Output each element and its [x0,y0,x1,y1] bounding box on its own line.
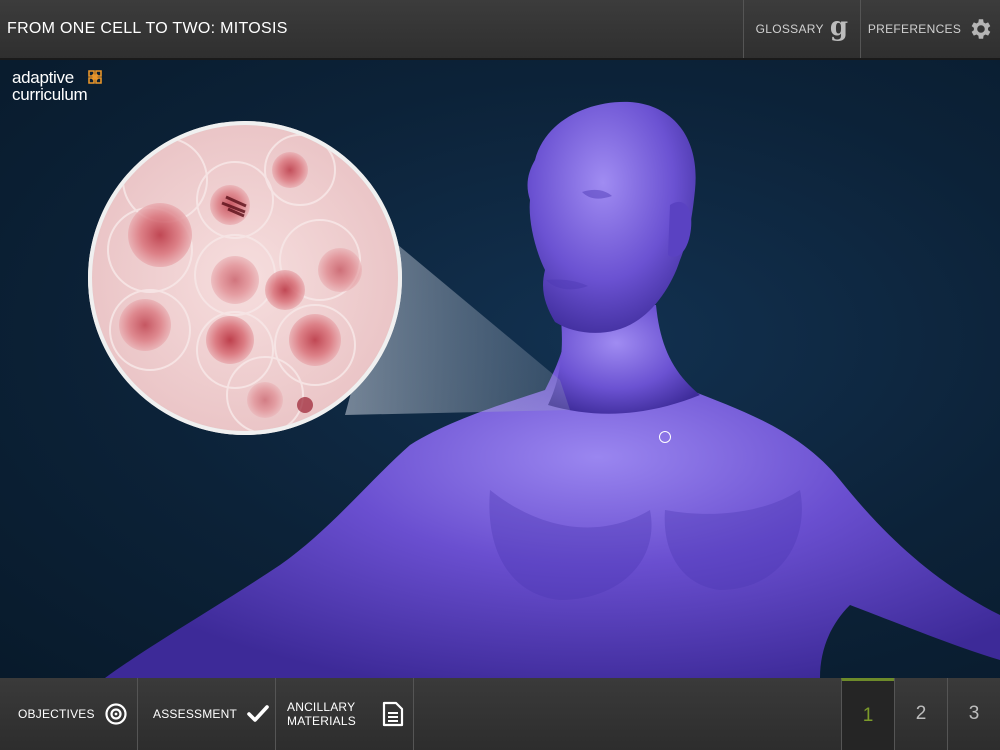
glossary-button[interactable]: GLOSSARY g [743,0,860,58]
puzzle-icon [88,70,102,84]
page-tab-2[interactable]: 2 [894,678,947,750]
bottom-spacer [414,678,841,750]
checkmark-icon [247,705,269,722]
ancillary-materials-button[interactable]: ANCILLARY MATERIALS [276,678,414,750]
ancillary-materials-label: ANCILLARY MATERIALS [287,700,356,728]
chest-hotspot[interactable] [659,431,671,443]
logo-line-2: curriculum [12,85,88,104]
page-tab-3[interactable]: 3 [947,678,1000,750]
assessment-button[interactable]: ASSESSMENT [138,678,276,750]
objectives-button[interactable]: OBJECTIVES [0,678,138,750]
ancillary-line-1: ANCILLARY [287,700,356,714]
glossary-g-icon: g [829,12,849,42]
gear-icon [971,19,991,39]
lesson-title: FROM ONE CELL TO TWO: MITOSIS [7,20,288,37]
logo-line-1: adaptive [12,68,74,87]
assessment-label: ASSESSMENT [153,707,238,721]
adaptive-curriculum-logo: adaptive curriculum [12,68,102,104]
page-tab-1[interactable]: 1 [841,678,894,750]
document-icon [382,701,404,727]
human-body-illustration [88,101,1000,678]
bottom-bar: OBJECTIVES ASSESSMENT ANCILLARY MATERIAL… [0,678,1000,750]
animation-stage: adaptive curriculum [0,60,1000,678]
preferences-label: PREFERENCES [867,22,962,36]
preferences-button[interactable]: PREFERENCES [860,0,1000,58]
glossary-label: GLOSSARY [755,22,824,36]
target-icon [105,703,127,725]
objectives-label: OBJECTIVES [18,707,95,721]
top-bar: FROM ONE CELL TO TWO: MITOSIS GLOSSARY g… [0,0,1000,60]
ancillary-line-2: MATERIALS [287,714,356,728]
